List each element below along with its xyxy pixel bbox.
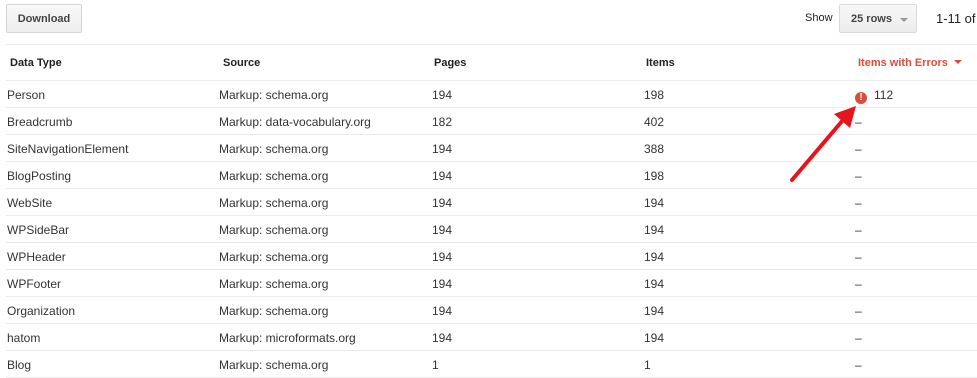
table-toolbar: Download Show 25 rows 1-11 of 11 [0, 0, 977, 44]
error-count: – [855, 331, 862, 345]
error-count: – [855, 277, 862, 291]
sort-descending-icon [953, 60, 962, 64]
cell-data-type: SiteNavigationElement [7, 142, 129, 156]
cell-data-type: Blog [7, 358, 32, 372]
column-header-items[interactable]: Items [646, 57, 675, 69]
cell-items-with-errors: – [855, 304, 862, 318]
annotation-arrow [790, 106, 856, 182]
cell-data-type: WPSideBar [7, 223, 70, 237]
cell-data-type: WPFooter [7, 277, 62, 291]
cell-source: Markup: schema.org [219, 88, 329, 102]
pagination-range: 1-11 of 11 [936, 11, 977, 26]
cell-data-type: BlogPosting [7, 169, 72, 183]
cell-data-type: WebSite [7, 196, 53, 210]
column-header-pages[interactable]: Pages [434, 57, 466, 69]
show-rows-label: Show [805, 12, 833, 24]
table-row[interactable]: WPSideBar Markup: schema.org 194 194 – [6, 216, 977, 243]
cell-items: 194 [644, 196, 665, 210]
error-count: – [855, 358, 862, 372]
table-header-row: Data Type Source Pages Items Items with … [6, 44, 977, 81]
cell-items: 402 [644, 115, 665, 129]
table-row[interactable]: Organization Markup: schema.org 194 194 – [6, 297, 977, 324]
cell-source: Markup: schema.org [219, 196, 329, 210]
column-header-items-with-errors-label: Items with Errors [858, 57, 948, 69]
column-header-data-type[interactable]: Data Type [10, 57, 62, 69]
cell-items-with-errors: – [855, 196, 862, 210]
cell-items: 194 [644, 277, 665, 291]
cell-items-with-errors: – [855, 277, 862, 291]
cell-pages: 194 [432, 331, 453, 345]
cell-source: Markup: data-vocabulary.org [219, 115, 371, 129]
table-row[interactable]: WPHeader Markup: schema.org 194 194 – [6, 243, 977, 270]
annotation-arrow-shaft [790, 118, 845, 182]
cell-pages: 194 [432, 304, 453, 318]
cell-items-with-errors: – [855, 250, 862, 264]
cell-data-type: hatom [7, 331, 41, 345]
cell-source: Markup: schema.org [219, 358, 329, 372]
cell-source: Markup: schema.org [219, 142, 329, 156]
cell-items: 1 [644, 358, 651, 372]
error-count: – [855, 196, 862, 210]
cell-source: Markup: schema.org [219, 304, 329, 318]
download-button[interactable]: Download [6, 4, 82, 33]
cell-source: Markup: schema.org [219, 223, 329, 237]
error-count: – [855, 250, 862, 264]
cell-source: Markup: microformats.org [219, 331, 356, 345]
cell-items: 198 [644, 169, 665, 183]
table-row[interactable]: WebSite Markup: schema.org 194 194 – [6, 189, 977, 216]
cell-data-type: Person [7, 88, 46, 102]
cell-items-with-errors: – [855, 223, 862, 237]
cell-pages: 194 [432, 196, 453, 210]
table-row[interactable]: hatom Markup: microformats.org 194 194 – [6, 324, 977, 351]
cell-items-with-errors: – [855, 331, 862, 345]
table-row[interactable]: Blog Markup: schema.org 1 1 – [6, 351, 977, 378]
cell-data-type: Organization [7, 304, 76, 318]
cell-items-with-errors: – [855, 358, 862, 372]
error-count: – [855, 304, 862, 318]
rows-per-page-select[interactable]: 25 rows [839, 4, 917, 33]
cell-pages: 1 [432, 358, 439, 372]
cell-pages: 194 [432, 88, 453, 102]
cell-pages: 194 [432, 223, 453, 237]
cell-source: Markup: schema.org [219, 277, 329, 291]
column-header-items-with-errors[interactable]: Items with Errors [858, 57, 962, 69]
cell-pages: 194 [432, 250, 453, 264]
cell-items: 194 [644, 250, 665, 264]
structured-data-report: Download Show 25 rows 1-11 of 11 Data Ty… [0, 0, 977, 378]
error-count: 112 [874, 88, 894, 102]
table-row[interactable]: WPFooter Markup: schema.org 194 194 – [6, 270, 977, 297]
cell-items: 194 [644, 304, 665, 318]
cell-data-type: Breadcrumb [7, 115, 73, 129]
cell-source: Markup: schema.org [219, 250, 329, 264]
column-header-source[interactable]: Source [223, 57, 260, 69]
data-types-table: Data Type Source Pages Items Items with … [6, 44, 977, 378]
cell-items-with-errors: ! 112 [855, 88, 893, 104]
error-count: – [855, 223, 862, 237]
cell-pages: 194 [432, 169, 453, 183]
cell-pages: 194 [432, 142, 453, 156]
cell-items: 388 [644, 142, 665, 156]
rows-per-page-value: 25 rows [851, 13, 892, 25]
cell-pages: 194 [432, 277, 453, 291]
cell-pages: 182 [432, 115, 453, 129]
cell-source: Markup: schema.org [219, 169, 329, 183]
cell-items: 198 [644, 88, 665, 102]
cell-items: 194 [644, 223, 665, 237]
cell-items: 194 [644, 331, 665, 345]
chevron-down-icon [900, 18, 908, 22]
cell-data-type: WPHeader [7, 250, 66, 264]
